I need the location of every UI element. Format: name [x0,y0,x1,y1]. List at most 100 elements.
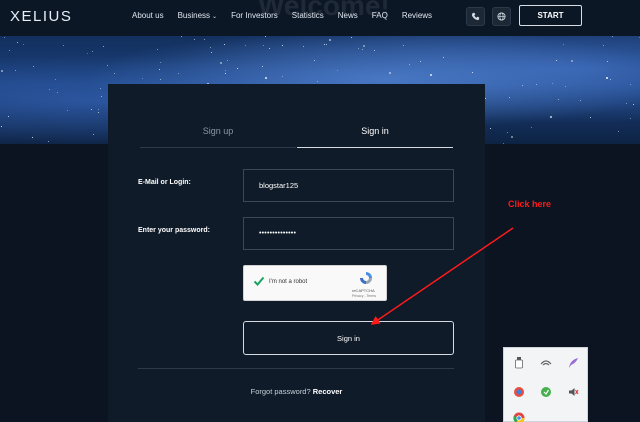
forgot-password-row: Forgot password? Recover [108,387,485,396]
star-dot [282,45,283,46]
nav-for-investors[interactable]: For Investors [231,11,278,20]
star-dot [507,132,508,133]
star-dot [314,60,315,61]
click-here-annotation: Click here [508,199,552,209]
star-dot [443,57,444,58]
star-dot [610,79,611,80]
star-dot [114,73,115,74]
star-dot [329,39,331,41]
star-dot [98,112,99,113]
checkmark-icon[interactable] [253,275,265,287]
auth-tabs: Sign up Sign in [140,122,453,148]
feather-app-icon[interactable] [567,357,579,369]
star-dot [282,76,283,77]
nav-reviews[interactable]: Reviews [402,11,432,20]
phone-button[interactable] [466,7,485,26]
recover-link[interactable]: Recover [313,387,343,396]
star-dot [324,44,325,45]
star-dot [194,39,195,40]
star-dot [87,53,88,54]
star-dot [580,100,581,101]
star-dot [32,137,33,138]
tab-sign-in[interactable]: Sign in [297,122,453,148]
recaptcha-widget[interactable]: I'm not a robot reCAPTCHA Privacy - Term… [243,265,387,301]
recaptcha-terms-link[interactable]: Privacy - Terms [352,294,376,298]
star-dot [511,136,513,138]
star-dot [225,70,226,71]
star-dot [337,70,338,71]
star-dot [101,96,102,97]
star-dot [563,44,564,45]
star-dot [55,79,56,80]
star-dot [265,77,267,79]
star-dot [269,48,270,49]
tab-sign-up[interactable]: Sign up [140,122,296,148]
star-dot [389,72,391,74]
star-dot [630,118,631,119]
star-dot [67,110,68,111]
star-dot [100,88,101,89]
star-dot [103,46,104,47]
star-dot [224,44,225,45]
star-dot [9,50,10,51]
sign-in-button[interactable]: Sign in [243,321,454,355]
star-dot [159,69,160,70]
star-dot [403,45,404,46]
phone-icon [471,12,480,21]
network-icon[interactable] [540,357,552,369]
site-logo[interactable]: XELIUS [10,8,72,25]
star-dot [210,47,211,48]
nav-business[interactable]: Business ⌄ [178,11,218,20]
usb-drive-icon[interactable] [513,357,525,369]
star-dot [1,126,2,127]
system-tray-popup [503,347,588,422]
chrome-icon[interactable] [513,412,525,422]
star-dot [15,70,16,71]
star-dot [362,49,363,50]
nav-faq-label: FAQ [371,11,388,20]
nav-statistics[interactable]: Statistics [292,11,324,20]
star-dot [63,45,64,46]
nav-statistics-label: Statistics [291,11,324,20]
password-field[interactable]: •••••••••••••• [243,217,454,250]
star-dot [48,141,49,142]
star-dot [33,66,34,67]
star-dot [157,49,158,50]
star-dot [93,134,94,135]
nav-for-investors-label: For Investors [231,11,278,20]
volume-icon[interactable] [567,386,579,398]
star-dot [204,39,205,40]
start-button[interactable]: START [519,5,582,26]
language-button[interactable] [492,7,511,26]
star-dot [490,128,491,129]
app-badge-icon[interactable] [513,386,525,398]
star-dot [556,60,557,61]
nav-news[interactable]: News [338,11,358,20]
password-label: Enter your password: [138,227,210,234]
star-dot [107,65,108,66]
star-dot [607,61,608,62]
star-dot [245,45,246,46]
nav-faq[interactable]: FAQ [372,11,388,20]
star-dot [237,68,238,69]
star-dot [8,116,9,117]
green-app-icon[interactable] [540,386,552,398]
star-dot [603,45,604,46]
nav-about-us[interactable]: About us [132,11,164,20]
star-dot [612,36,613,37]
star-dot [262,66,263,67]
email-field[interactable]: blogstar125 [243,169,454,202]
star-dot [23,44,24,45]
star-dot [317,81,318,82]
star-dot [160,79,161,80]
star-dot [211,52,212,53]
star-dot [57,92,58,93]
star-dot [358,48,359,49]
forgot-password-text: Forgot password? [250,387,311,396]
star-dot [98,109,99,110]
recaptcha-logo-icon [357,271,375,285]
nav-reviews-label: Reviews [401,11,433,20]
star-dot [220,62,222,64]
star-dot [550,116,552,118]
star-dot [181,36,182,37]
